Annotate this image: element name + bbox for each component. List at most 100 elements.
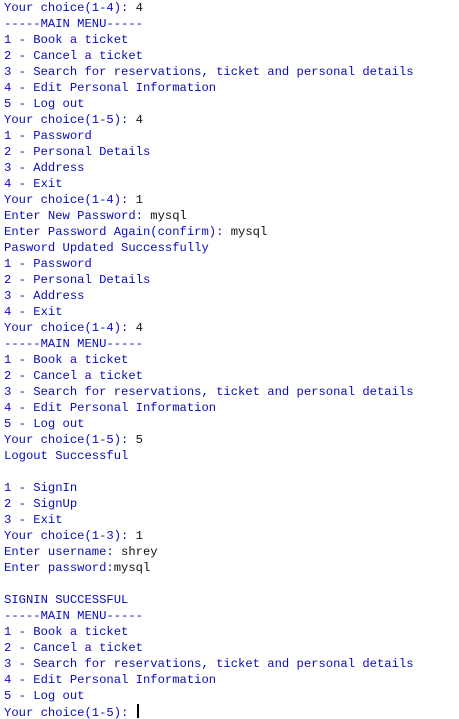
console-user-input: mysql xyxy=(113,561,151,575)
console-output-text: Enter password: xyxy=(4,561,114,575)
console-line: 3 - Search for reservations, ticket and … xyxy=(4,384,459,400)
console-output-text: 1 - Book a ticket xyxy=(4,625,129,639)
console-line: 2 - Personal Details xyxy=(4,272,459,288)
console-output-text: 5 - Log out xyxy=(4,417,85,431)
console-line: Your choice(1-3): 1 xyxy=(4,528,459,544)
console-line: 2 - Cancel a ticket xyxy=(4,368,459,384)
console-line: -----MAIN MENU----- xyxy=(4,16,459,32)
console-output-text: 3 - Search for reservations, ticket and … xyxy=(4,657,414,671)
console-line: Your choice(1-5): 4 xyxy=(4,112,459,128)
console-user-input: mysql xyxy=(150,209,187,223)
console-line: 4 - Edit Personal Information xyxy=(4,400,459,416)
console-user-input: 4 xyxy=(135,321,143,335)
console-line: Enter username: shrey xyxy=(4,544,459,560)
console-output-text: Pasword Updated Successfully xyxy=(4,241,209,255)
console-output-text: 5 - Log out xyxy=(4,97,85,111)
console-output-text: Your choice(1-5): xyxy=(4,433,136,447)
console-line: -----MAIN MENU----- xyxy=(4,336,459,352)
console-output-text: 3 - Search for reservations, ticket and … xyxy=(4,65,414,79)
console-output-text: 3 - Search for reservations, ticket and … xyxy=(4,385,414,399)
console-output-text: SIGNIN SUCCESSFUL xyxy=(4,593,129,607)
console-line: 2 - Cancel a ticket xyxy=(4,640,459,656)
console-output-text: -----MAIN MENU----- xyxy=(4,17,143,31)
console-output-text: 1 - Book a ticket xyxy=(4,353,129,367)
console-user-input: shrey xyxy=(121,545,158,559)
console-line: SIGNIN SUCCESSFUL xyxy=(4,592,459,608)
console-line: Your choice(1-4): 1 xyxy=(4,192,459,208)
console-output-text: 4 - Exit xyxy=(4,177,63,191)
console-line: 1 - SignIn xyxy=(4,480,459,496)
console-output-text: 4 - Edit Personal Information xyxy=(4,673,217,687)
console-line: Your choice(1-5): 5 xyxy=(4,432,459,448)
console-output-text: Your choice(1-4): xyxy=(4,321,136,335)
console-output-text: 2 - Personal Details xyxy=(4,145,151,159)
console-output-text: 1 - Book a ticket xyxy=(4,33,129,47)
console-output-text: 3 - Exit xyxy=(4,513,63,527)
console-line: Enter New Password: mysql xyxy=(4,208,459,224)
console-line: 2 - Personal Details xyxy=(4,144,459,160)
console-output-text: Your choice(1-5): xyxy=(4,113,136,127)
console-output-text: Your choice(1-4): xyxy=(4,1,136,15)
console-line: 1 - Password xyxy=(4,256,459,272)
console-line: 3 - Address xyxy=(4,160,459,176)
console-output-text: 1 - Password xyxy=(4,257,92,271)
console-output-text: -----MAIN MENU----- xyxy=(4,337,143,351)
console-output-text: 2 - SignUp xyxy=(4,497,78,511)
console-line: Your choice(1-4): 4 xyxy=(4,320,459,336)
console-line: Enter Password Again(confirm): mysql xyxy=(4,224,459,240)
console-line: 4 - Edit Personal Information xyxy=(4,80,459,96)
console-output-text: Logout Successful xyxy=(4,449,129,463)
console-line: 1 - Password xyxy=(4,128,459,144)
console-line: 3 - Exit xyxy=(4,512,459,528)
console-line: 5 - Log out xyxy=(4,688,459,704)
console-line: Logout Successful xyxy=(4,448,459,464)
console-line: 1 - Book a ticket xyxy=(4,32,459,48)
console-user-input: 4 xyxy=(135,113,143,127)
console-line: 3 - Address xyxy=(4,288,459,304)
console-output-text: -----MAIN MENU----- xyxy=(4,609,143,623)
console-output-text: 4 - Edit Personal Information xyxy=(4,401,217,415)
console-line: Pasword Updated Successfully xyxy=(4,240,459,256)
console-line: 2 - SignUp xyxy=(4,496,459,512)
console-output-text: 2 - Personal Details xyxy=(4,273,151,287)
console-user-input: 5 xyxy=(135,433,143,447)
console-line: -----MAIN MENU----- xyxy=(4,608,459,624)
console-line: 5 - Log out xyxy=(4,416,459,432)
console-output-text: 1 - Password xyxy=(4,129,92,143)
console-output-text: Enter username: xyxy=(4,545,122,559)
console-line: 1 - Book a ticket xyxy=(4,352,459,368)
console-output-text: Your choice(1-4): xyxy=(4,193,136,207)
console-line: Your choice(1-4): 4 xyxy=(4,0,459,16)
console-output-text: 2 - Cancel a ticket xyxy=(4,641,143,655)
console-output-text: 3 - Address xyxy=(4,289,85,303)
console-line: 1 - Book a ticket xyxy=(4,624,459,640)
text-cursor[interactable] xyxy=(136,704,139,718)
console-line: Enter password:mysql xyxy=(4,560,459,576)
console-user-input: 1 xyxy=(135,193,143,207)
console-line: Your choice(1-5): xyxy=(4,704,459,719)
console-line: 5 - Log out xyxy=(4,96,459,112)
console-line: 3 - Search for reservations, ticket and … xyxy=(4,64,459,80)
console-line: 3 - Search for reservations, ticket and … xyxy=(4,656,459,672)
console-output-text: 5 - Log out xyxy=(4,689,85,703)
console-user-input: mysql xyxy=(230,225,268,239)
console-user-input: 1 xyxy=(135,529,143,543)
console-output-text: 1 - SignIn xyxy=(4,481,78,495)
console-output-text: Enter New Password: xyxy=(4,209,151,223)
terminal-console[interactable]: Your choice(1-4): 4 -----MAIN MENU----- 1 … xyxy=(0,0,459,719)
console-output-text: 4 - Exit xyxy=(4,305,63,319)
console-output-text: 3 - Address xyxy=(4,161,85,175)
console-output-text: Your choice(1-3): xyxy=(4,529,136,543)
console-line: 4 - Edit Personal Information xyxy=(4,672,459,688)
console-line: 4 - Exit xyxy=(4,176,459,192)
console-line: 4 - Exit xyxy=(4,304,459,320)
console-user-input: 4 xyxy=(135,1,143,15)
console-line: 2 - Cancel a ticket xyxy=(4,48,459,64)
console-output-text: 2 - Cancel a ticket xyxy=(4,369,143,383)
console-output-text: 2 - Cancel a ticket xyxy=(4,49,143,63)
console-output-text: Enter Password Again(confirm): xyxy=(4,225,231,239)
console-output-text: 4 - Edit Personal Information xyxy=(4,81,217,95)
console-output-text: Your choice(1-5): xyxy=(4,706,136,719)
